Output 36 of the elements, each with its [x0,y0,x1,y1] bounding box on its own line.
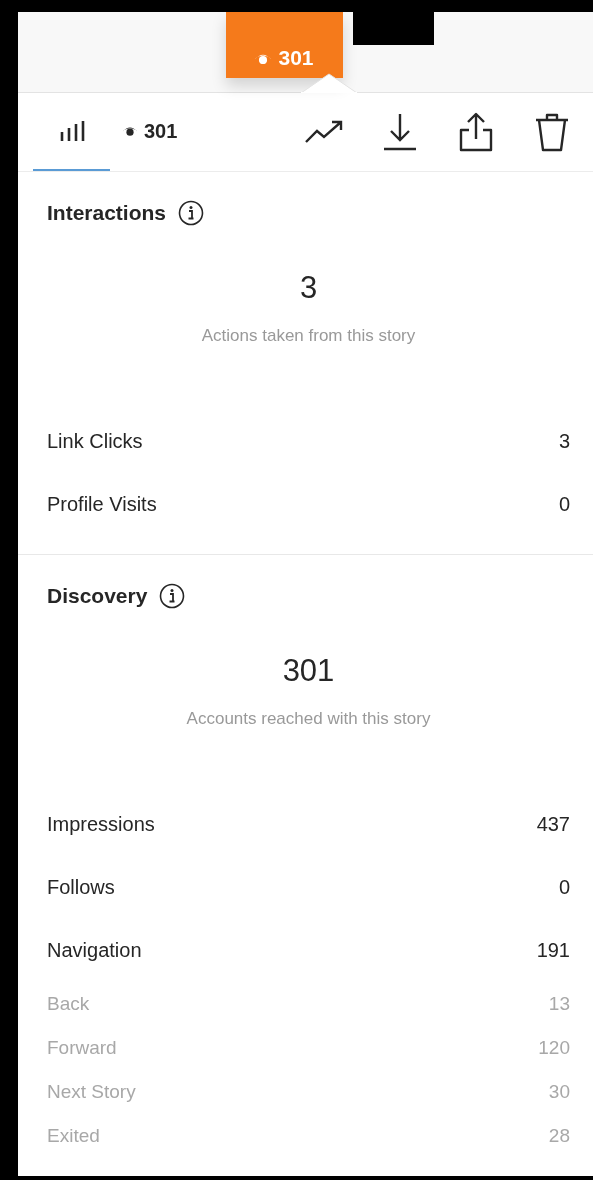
metric-label: Impressions [47,813,155,836]
metric-value: 3 [558,430,570,453]
total-caption: Accounts reached with this story [185,709,432,729]
metric-label: Next Story [47,1081,136,1103]
total-count: 301 [281,653,336,689]
metric-value: 0 [558,493,570,516]
total-count: 3 [298,270,319,306]
delete-button[interactable] [533,112,571,152]
share-button[interactable] [457,112,495,152]
section-title: Interactions [47,201,167,225]
metric-label: Exited [47,1125,100,1147]
metric-value: 13 [548,993,570,1015]
download-button[interactable] [381,112,419,152]
metric-value: 30 [548,1081,570,1103]
metric-label: Back [47,993,90,1015]
metric-value: 0 [558,876,570,899]
metric-value: 28 [548,1125,570,1147]
info-icon[interactable] [178,200,205,226]
download-icon [383,113,417,151]
views-tab[interactable]: 301 [110,93,190,171]
total-caption: Actions taken from this story [200,326,417,346]
bar-chart-icon [58,120,85,142]
trending-up-icon [305,120,343,144]
metric-label: Profile Visits [47,493,157,516]
metric-label: Link Clicks [47,430,143,453]
metric-value: 437 [536,813,570,836]
section-title: Discovery [47,584,148,608]
metric-value: 191 [536,939,570,962]
info-icon[interactable] [159,583,186,609]
trash-icon [534,112,570,152]
metric-label: Forward [47,1037,117,1059]
view-count: 301 [254,46,314,70]
share-icon [459,112,493,152]
metric-value: 120 [538,1037,570,1059]
metric-label: Follows [47,876,115,899]
metric-label: Navigation [47,939,142,962]
